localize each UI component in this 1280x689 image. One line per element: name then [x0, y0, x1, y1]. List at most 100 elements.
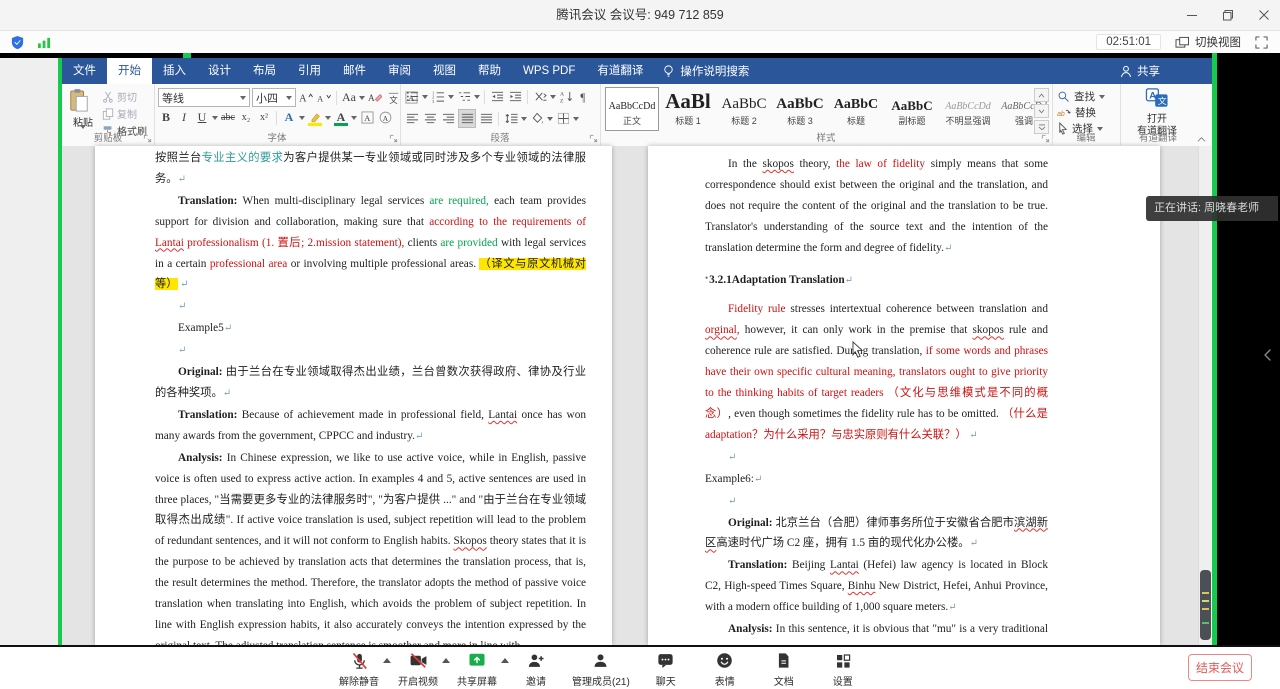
ribbon-tab-帮助[interactable]: 帮助	[467, 58, 512, 84]
toolbar-button-文档[interactable]: 文档	[761, 650, 807, 688]
ribbon-tab-插入[interactable]: 插入	[152, 58, 197, 84]
cut-label: 剪切	[117, 89, 137, 104]
ribbon-tab-有道翻译[interactable]: 有道翻译	[586, 58, 654, 84]
borders-button[interactable]	[555, 110, 571, 127]
signal-bars-icon[interactable]	[37, 36, 52, 49]
youdao-group: A文 打开 有道翻译 有道翻译	[1120, 84, 1196, 145]
sort-button[interactable]: AZ	[558, 88, 574, 105]
style-label: 副标题	[898, 114, 925, 127]
ribbon-tab-引用[interactable]: 引用	[287, 58, 332, 84]
cut-button[interactable]: 剪切	[102, 89, 147, 104]
ribbon-tab-邮件[interactable]: 邮件	[332, 58, 377, 84]
style-card-副标题[interactable]: AaBbC副标题	[885, 87, 939, 131]
multilevel-list-button[interactable]	[456, 88, 472, 105]
toolbar-button-聊天[interactable]: 聊天	[643, 650, 689, 688]
dialog-launcher-icon[interactable]	[589, 134, 598, 143]
distribute-button[interactable]	[478, 110, 494, 127]
ribbon-tab-视图[interactable]: 视图	[422, 58, 467, 84]
collapse-ribbon-icon[interactable]	[1196, 136, 1207, 143]
asian-layout-button[interactable]	[532, 88, 548, 105]
toolbar-button-管理成员(21)[interactable]: 管理成员(21)	[572, 650, 630, 688]
subscript-button[interactable]: x₂	[238, 109, 254, 126]
caret-up-icon[interactable]	[501, 658, 509, 663]
style-label: 正文	[623, 114, 641, 127]
font-size-select[interactable]: 小四	[252, 88, 296, 107]
switch-view-button[interactable]: 切换视图	[1175, 34, 1241, 50]
font-name-select[interactable]: 等线	[158, 88, 250, 107]
justify-button[interactable]	[458, 109, 476, 128]
share-document-button[interactable]: 共享	[1120, 58, 1160, 84]
ribbon-tab-WPS PDF[interactable]: WPS PDF	[512, 58, 586, 84]
ribbon-tab-设计[interactable]: 设计	[197, 58, 242, 84]
style-card-正文[interactable]: AaBbCcDd正文	[605, 87, 659, 131]
phonetic-guide-icon[interactable]: 文	[385, 89, 401, 106]
dialog-launcher-icon[interactable]	[389, 134, 398, 143]
maximize-icon[interactable]	[1222, 9, 1234, 21]
find-button[interactable]: 查找	[1057, 89, 1105, 104]
underline-button[interactable]: U	[194, 109, 210, 126]
styles-scroll-up-icon[interactable]	[1034, 88, 1049, 102]
style-card-标题 3[interactable]: AaBbC标题 3	[773, 87, 827, 131]
italic-button[interactable]: I	[176, 109, 192, 126]
end-meeting-button[interactable]: 结束会议	[1188, 654, 1252, 681]
text-effects-button[interactable]: A	[281, 109, 297, 126]
dialog-launcher-icon[interactable]	[1041, 134, 1050, 143]
ribbon-tab-文件[interactable]: 文件	[62, 58, 107, 84]
replace-button[interactable]: ab替换	[1057, 105, 1096, 120]
align-center-button[interactable]	[422, 110, 438, 127]
toolbar-button-开启视频[interactable]: 开启视频	[395, 650, 441, 688]
align-left-button[interactable]	[404, 110, 420, 127]
toolbar-button-共享屏幕[interactable]: 共享屏幕	[454, 650, 500, 688]
increase-indent-button[interactable]	[507, 88, 523, 105]
character-shading-icon[interactable]: A	[359, 109, 375, 126]
style-label: 标题 1	[675, 114, 701, 127]
bullets-button[interactable]	[404, 88, 420, 105]
grow-font-button[interactable]: A	[298, 89, 314, 106]
align-right-button[interactable]	[440, 110, 456, 127]
enclose-character-icon[interactable]: A	[377, 109, 393, 126]
line-spacing-button[interactable]	[503, 110, 519, 127]
scrollbar-thumb[interactable]	[1200, 570, 1211, 640]
panel-collapse-chevron-icon[interactable]	[1263, 348, 1272, 362]
toolbar-button-邀请[interactable]: 邀请	[513, 650, 559, 688]
superscript-button[interactable]: x²	[256, 109, 272, 126]
minimize-icon[interactable]	[1186, 9, 1198, 21]
toolbar-button-label: 文档	[774, 673, 794, 688]
caret-up-icon[interactable]	[383, 658, 391, 663]
shrink-font-button[interactable]: A	[316, 89, 332, 106]
caret-up-icon[interactable]	[442, 658, 450, 663]
style-card-标题[interactable]: AaBbC标题	[829, 87, 883, 131]
style-card-标题 1[interactable]: AaBl标题 1	[661, 87, 715, 131]
chevron-down-icon	[521, 117, 527, 124]
bold-button[interactable]: B	[158, 109, 174, 126]
font-color-button[interactable]: A	[333, 109, 349, 126]
highlight-color-button[interactable]	[307, 109, 323, 126]
shield-icon[interactable]	[10, 35, 25, 50]
divider	[498, 112, 499, 126]
ribbon-tab-开始[interactable]: 开始	[107, 58, 152, 84]
toolbar-button-设置[interactable]: 设置	[820, 650, 866, 688]
styles-scroll-down-icon[interactable]	[1034, 104, 1049, 118]
style-card-不明显强调[interactable]: AaBbCcDd不明显强调	[941, 87, 995, 131]
toolbar-button-表情[interactable]: 表情	[702, 650, 748, 688]
copy-button[interactable]: 复制	[102, 106, 147, 121]
numbering-button[interactable]: 123	[430, 88, 446, 105]
dialog-launcher-icon[interactable]	[143, 134, 152, 143]
toolbar-button-解除静音[interactable]: 解除静音	[336, 650, 382, 688]
document-page-left[interactable]: 按照兰台专业主义的要求为客户提供某一专业领域或同时涉及多个专业领域的法律服务。↵…	[95, 146, 612, 645]
ribbon-tab-审阅[interactable]: 审阅	[377, 58, 422, 84]
text-run: ↵	[754, 474, 762, 485]
clear-formatting-icon[interactable]: A	[367, 89, 383, 106]
tell-me-search[interactable]: 操作说明搜索	[662, 58, 749, 84]
strikethrough-button[interactable]: abc	[220, 109, 236, 126]
show-marks-button[interactable]: ¶	[576, 88, 592, 105]
document-page-right[interactable]: In the skopos theory, the law of fidelit…	[648, 146, 1160, 645]
close-icon[interactable]	[1258, 9, 1270, 21]
change-case-button[interactable]: Aa	[341, 89, 357, 106]
shading-button[interactable]	[529, 110, 545, 127]
ribbon-tab-布局[interactable]: 布局	[242, 58, 287, 84]
style-card-标题 2[interactable]: AaBbC标题 2	[717, 87, 771, 131]
decrease-indent-button[interactable]	[489, 88, 505, 105]
fullscreen-icon[interactable]	[1255, 36, 1268, 49]
document-area[interactable]: 按照兰台专业主义的要求为客户提供某一专业领域或同时涉及多个专业领域的法律服务。↵…	[62, 146, 1212, 645]
